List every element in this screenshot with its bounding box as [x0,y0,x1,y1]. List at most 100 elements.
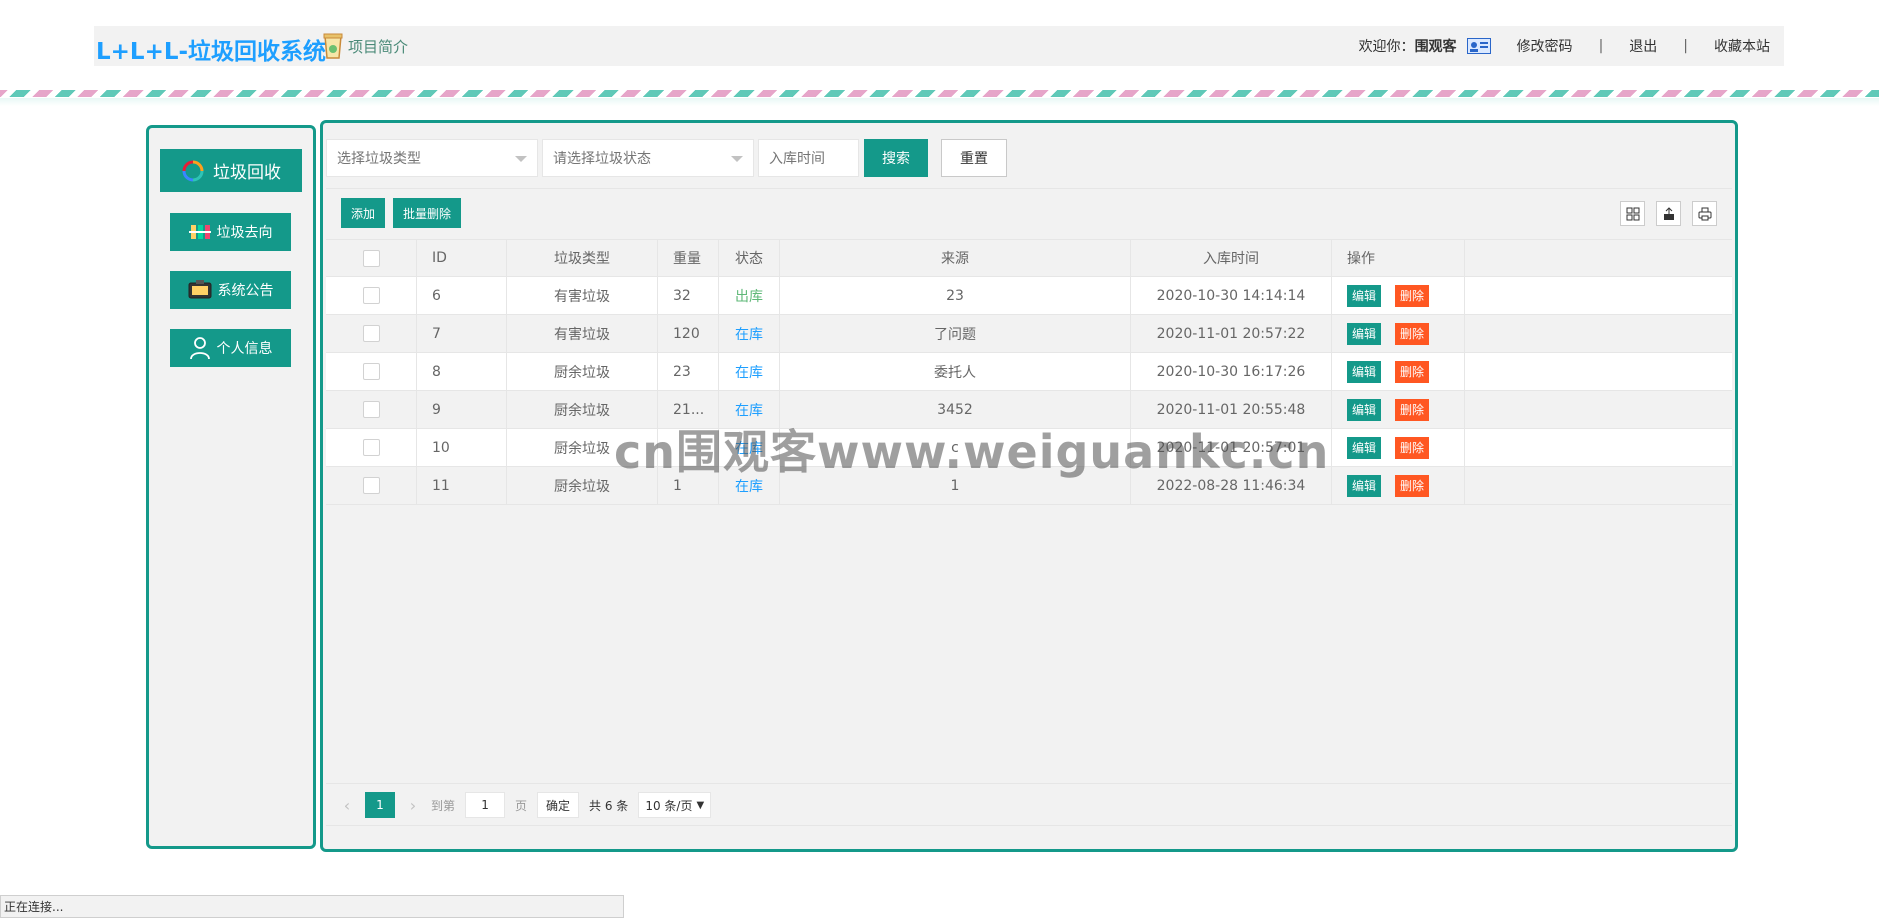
export-icon[interactable] [1656,201,1681,226]
add-button[interactable]: 添加 [341,198,386,228]
id-card-icon [1466,38,1491,54]
edit-button[interactable]: 编辑 [1347,284,1382,307]
cell-status: 在库 [719,353,780,390]
cell-time: 2020-11-01 20:57:01 [1131,429,1332,466]
next-page-icon[interactable]: › [403,796,423,815]
cell-time: 2020-11-01 20:55:48 [1131,391,1332,428]
cell-actions: 编辑 删除 [1332,277,1465,314]
column-header[interactable]: ID [417,240,507,276]
delete-button[interactable]: 删除 [1395,360,1430,383]
logout-link[interactable]: 退出 [1629,36,1657,56]
user-menu: 欢迎你：围观客 修改密码 | 退出 | 收藏本站 [1359,26,1770,66]
edit-button[interactable]: 编辑 [1347,360,1382,383]
page-unit-label: 页 [515,798,528,813]
announcement-icon [188,280,211,299]
cell-actions: 编辑 删除 [1332,467,1465,504]
cell-source: 1 [780,467,1131,504]
cell-source: c [780,429,1131,466]
cell-type: 有害垃圾 [507,277,658,314]
cell-type: 厨余垃圾 [507,353,658,390]
row-checkbox[interactable] [362,363,380,380]
row-checkbox[interactable] [362,325,380,342]
cell-source: 3452 [780,391,1131,428]
column-header[interactable]: 重量 [658,240,719,276]
cell-actions: 编辑 删除 [1332,391,1465,428]
cell-actions: 编辑 删除 [1332,353,1465,390]
edit-button[interactable]: 编辑 [1347,436,1382,459]
sidebar: 垃圾回收 垃圾去向 系统公告 个人信息 [146,125,316,849]
cell-weight: 21... [658,391,719,428]
checkbox-cell [326,391,417,428]
row-checkbox[interactable] [362,287,380,304]
garbage-status-select[interactable]: 请选择垃圾状态 [542,139,754,177]
sidebar-item-profile[interactable]: 个人信息 [170,329,291,367]
cell-time: 2020-11-01 20:57:22 [1131,315,1332,352]
cell-weight: 120 [658,315,719,352]
reset-button[interactable]: 重置 [941,139,1007,177]
goto-page-input[interactable]: 1 [465,792,506,818]
column-header[interactable]: 入库时间 [1131,240,1332,276]
print-icon[interactable] [1692,201,1717,226]
sidebar-item-announcement[interactable]: 系统公告 [170,271,291,309]
delete-button[interactable]: 删除 [1395,322,1430,345]
column-header[interactable]: 垃圾类型 [507,240,658,276]
divider [326,188,1732,189]
cell-id: 7 [417,315,507,352]
sidebar-item-recycle[interactable]: 垃圾回收 [160,149,302,192]
checkbox-cell [326,353,417,390]
column-header[interactable]: 状态 [719,240,780,276]
garbage-type-placeholder: 选择垃圾类型 [337,151,421,167]
edit-button[interactable]: 编辑 [1347,398,1382,421]
welcome-text: 欢迎你：围观客 [1358,39,1457,55]
recycle-icon [182,160,204,181]
table-row: 11 厨余垃圾 1 在库 1 2022-08-28 11:46:34 编辑 删除 [326,467,1732,505]
cell-actions: 编辑 删除 [1332,315,1465,352]
column-header: 操作 [1332,240,1465,276]
edit-button[interactable]: 编辑 [1347,322,1382,345]
cell-status: 出库 [719,277,780,314]
cell-source: 23 [780,277,1131,314]
project-intro-label: 项目简介 [348,37,409,56]
delete-button[interactable]: 删除 [1395,284,1430,307]
delete-button[interactable]: 删除 [1395,436,1430,459]
select-all-checkbox[interactable] [362,249,380,267]
garbage-table: ID 垃圾类型 重量 状态 来源 入库时间 操作 6 有害垃圾 32 出库 23… [326,239,1732,505]
table-row: 10 厨余垃圾 在库 c 2020-11-01 20:57:01 编辑 删除 [326,429,1732,467]
delete-button[interactable]: 删除 [1395,398,1430,421]
sidebar-head-label: 垃圾回收 [213,163,281,183]
bookmark-link[interactable]: 收藏本站 [1714,36,1770,56]
change-password-link[interactable]: 修改密码 [1517,36,1573,56]
delete-button[interactable]: 删除 [1395,474,1430,497]
table-row: 7 有害垃圾 120 在库 了问题 2020-11-01 20:57:22 编辑… [326,315,1732,353]
sidebar-item-destination[interactable]: 垃圾去向 [170,213,291,251]
garbage-type-select[interactable]: 选择垃圾类型 [326,139,538,177]
cell-source: 了问题 [780,315,1131,352]
table-tools [1620,201,1717,226]
row-checkbox[interactable] [362,477,380,494]
cell-id: 10 [417,429,507,466]
edit-button[interactable]: 编辑 [1347,474,1382,497]
row-checkbox[interactable] [362,401,380,418]
goto-confirm-button[interactable]: 确定 [537,792,580,818]
row-checkbox[interactable] [362,439,380,456]
prev-page-icon[interactable]: ‹ [337,796,357,815]
cell-time: 2020-10-30 14:14:14 [1131,277,1332,314]
caret-down-icon: ▼ [696,799,705,811]
cell-type: 厨余垃圾 [507,391,658,428]
search-button[interactable]: 搜索 [864,139,928,177]
cell-id: 9 [417,391,507,428]
page-number-current[interactable]: 1 [365,792,395,818]
column-header[interactable]: 来源 [780,240,1131,276]
storage-date-input[interactable]: 入库时间 [758,139,859,177]
project-intro-link[interactable]: 项目简介 [322,32,408,60]
batch-delete-button[interactable]: 批量删除 [393,198,462,228]
table-row: 6 有害垃圾 32 出库 23 2020-10-30 14:14:14 编辑 删除 [326,277,1732,315]
columns-icon[interactable] [1620,201,1645,226]
header-checkbox-cell [326,240,417,276]
top-header: L+L+L-垃圾回收系统 项目简介 欢迎你：围观客 修改密码 | 退出 | 收藏… [94,26,1784,66]
table-row: 9 厨余垃圾 21... 在库 3452 2020-11-01 20:55:48… [326,391,1732,429]
page-size-select[interactable]: 10 条/页 ▼ [638,792,712,818]
total-count: 共 6 条 [589,798,629,813]
brand-title[interactable]: L+L+L-垃圾回收系统 [96,32,326,66]
sorting-bins-icon [188,225,211,239]
